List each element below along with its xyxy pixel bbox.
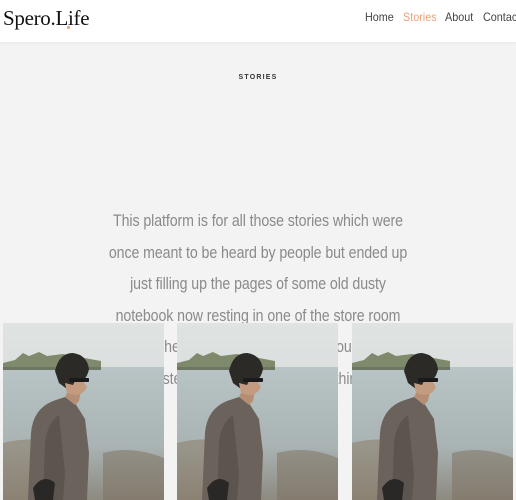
story-cards [3, 323, 516, 500]
story-card-photo [352, 323, 513, 500]
story-card[interactable] [3, 323, 164, 500]
nav-item-home[interactable]: Home [365, 9, 394, 25]
nav-item-contact[interactable]: Contact [483, 9, 516, 25]
section-label: STORIES [238, 74, 278, 81]
nav-item-about[interactable]: About [445, 9, 473, 25]
nav-item-stories[interactable]: Stories [403, 9, 437, 25]
main-nav: Home Stories About Contact [364, 9, 516, 25]
site-logo[interactable]: Spero.Life [3, 5, 90, 31]
site-header: Spero.Life Home Stories About Contact [0, 0, 516, 42]
story-card[interactable] [352, 323, 513, 500]
story-card[interactable] [177, 323, 338, 500]
story-card-photo [177, 323, 338, 500]
logo-accent-dot [67, 26, 70, 29]
story-card-photo [3, 323, 164, 500]
